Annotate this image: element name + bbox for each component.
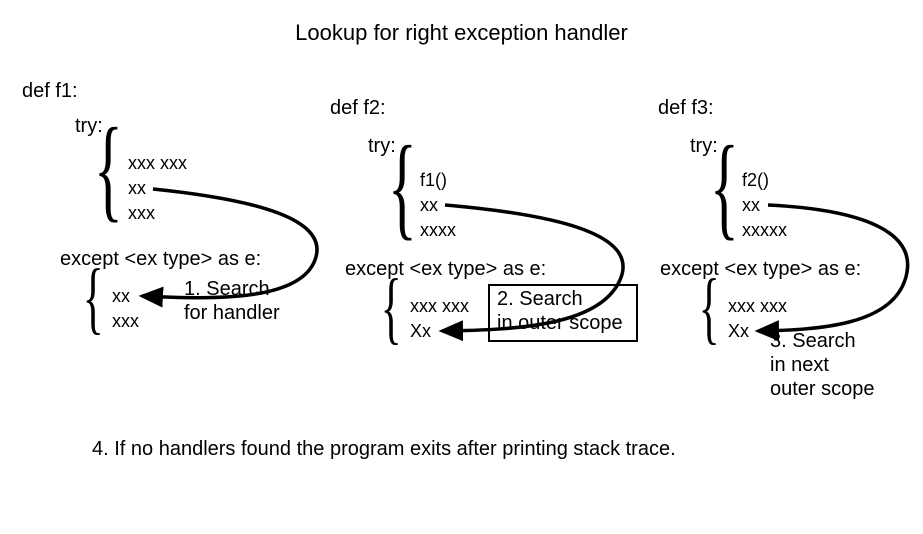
f2-except-line-1: xxx xxx [410, 296, 469, 317]
f2-try-line-2: xx [420, 195, 438, 216]
f1-try-line-1: xxx xxx [128, 153, 187, 174]
brace-icon: { [381, 263, 402, 354]
f2-except: except <ex type> as e: [345, 258, 546, 281]
brace-icon: { [710, 120, 739, 253]
brace-icon: { [94, 102, 123, 235]
brace-icon: { [83, 253, 104, 344]
f2-def: def f2: [330, 97, 386, 120]
f1-except-line-2: xxx [112, 311, 139, 332]
f3-try-line-2: xx [742, 195, 760, 216]
annotation-1-line-2: for handler [184, 302, 280, 325]
f1-try-line-2: xx [128, 178, 146, 199]
f3-try-line-3: xxxxx [742, 220, 787, 241]
annotation-3-line-2: in next [770, 354, 829, 377]
annotation-2-line-1: 2. Search [497, 288, 583, 311]
f2-try-line-3: xxxx [420, 220, 456, 241]
f3-except-line-2: Xx [728, 321, 749, 342]
annotation-1-line-1: 1. Search [184, 278, 270, 301]
f3-def: def f3: [658, 97, 714, 120]
annotation-3-line-1: 3. Search [770, 330, 856, 353]
f2-except-line-2: Xx [410, 321, 431, 342]
f3-except-line-1: xxx xxx [728, 296, 787, 317]
f1-except-line-1: xx [112, 286, 130, 307]
footer-note: 4. If no handlers found the program exit… [92, 438, 676, 461]
annotation-3-line-3: outer scope [770, 378, 875, 401]
f1-def: def f1: [22, 80, 78, 103]
f3-except: except <ex type> as e: [660, 258, 861, 281]
annotation-2-line-2: in outer scope [497, 312, 623, 335]
f1-try-line-3: xxx [128, 203, 155, 224]
brace-icon: { [388, 120, 417, 253]
diagram-title: Lookup for right exception handler [0, 20, 923, 46]
brace-icon: { [699, 263, 720, 354]
f2-try-line-1: f1() [420, 170, 447, 191]
f3-try-line-1: f2() [742, 170, 769, 191]
